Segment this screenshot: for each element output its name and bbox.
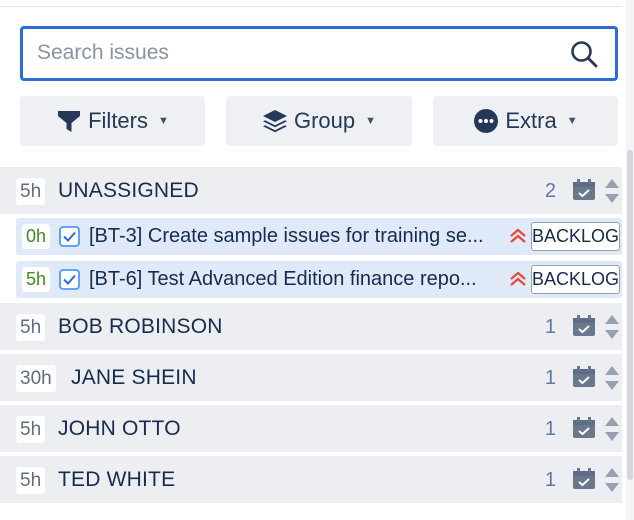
chevron-down-icon: ▼	[365, 115, 377, 127]
calendar-icon[interactable]	[572, 315, 596, 337]
chevron-down-icon: ▼	[566, 115, 578, 127]
calendar-icon[interactable]	[572, 468, 596, 490]
group-hours: 30h	[16, 365, 56, 392]
filters-button[interactable]: Filters ▼	[20, 96, 205, 146]
issue-row-bt-3[interactable]: 0h [BT-3] Create sample issues for train…	[16, 218, 622, 255]
group-button[interactable]: Group ▼	[226, 96, 412, 146]
calendar-icon[interactable]	[572, 179, 596, 201]
calendar-icon[interactable]	[572, 366, 596, 388]
checkbox-icon	[59, 269, 80, 290]
sort-icon[interactable]	[604, 313, 620, 341]
group-count: 1	[544, 316, 556, 338]
issue-summary[interactable]: [BT-6] Test Advanced Edition finance rep…	[89, 265, 501, 293]
group-header-bob-robinson[interactable]: 5h BOB ROBINSON 1	[0, 303, 622, 350]
extra-button[interactable]: Extra ▼	[433, 96, 618, 146]
chevron-down-icon: ▼	[158, 115, 169, 127]
top-divider	[0, 6, 622, 7]
group-name: UNASSIGNED	[58, 179, 199, 202]
group-label: Group	[293, 108, 356, 133]
group-count: 1	[544, 469, 556, 491]
priority-highest-icon	[508, 269, 528, 289]
issue-row-bt-6[interactable]: 5h [BT-6] Test Advanced Edition finance …	[16, 261, 622, 298]
sort-icon[interactable]	[604, 415, 620, 443]
search-icon[interactable]	[569, 39, 599, 69]
group-header-unassigned[interactable]: 5h UNASSIGNED 2	[0, 167, 622, 214]
group-count: 2	[544, 180, 556, 202]
group-hours: 5h	[16, 178, 46, 205]
group-hours: 5h	[16, 314, 46, 341]
status-badge[interactable]: BACKLOG	[531, 265, 620, 294]
group-count: 1	[544, 418, 556, 440]
issue-summary[interactable]: [BT-3] Create sample issues for training…	[89, 222, 501, 250]
issue-hours: 5h	[22, 267, 51, 292]
extra-label: Extra	[505, 108, 557, 133]
group-header-jane-shein[interactable]: 30h JANE SHEIN 1	[0, 354, 622, 401]
status-badge[interactable]: BACKLOG	[531, 222, 620, 251]
priority-highest-icon	[508, 226, 528, 246]
group-hours: 5h	[16, 467, 46, 494]
group-name: JOHN OTTO	[58, 417, 181, 440]
group-name: JANE SHEIN	[71, 366, 197, 389]
sort-icon[interactable]	[604, 466, 620, 494]
checkbox-icon	[59, 226, 80, 247]
filter-icon	[56, 108, 82, 134]
issue-hours: 0h	[22, 224, 51, 249]
more-icon	[473, 108, 499, 134]
group-header-john-otto[interactable]: 5h JOHN OTTO 1	[0, 405, 622, 452]
sort-icon[interactable]	[604, 177, 620, 205]
scrollbar-thumb[interactable]	[627, 150, 633, 480]
layers-icon	[262, 108, 288, 134]
group-name: TED WHITE	[58, 468, 176, 491]
sort-icon[interactable]	[604, 364, 620, 392]
group-header-ted-white[interactable]: 5h TED WHITE 1	[0, 456, 622, 503]
group-name: BOB ROBINSON	[58, 315, 223, 338]
search-input[interactable]	[37, 38, 557, 68]
calendar-icon[interactable]	[572, 417, 596, 439]
group-count: 1	[544, 367, 556, 389]
search-box[interactable]	[20, 26, 618, 81]
scrollbar[interactable]	[626, 0, 634, 520]
filters-label: Filters	[88, 108, 148, 133]
group-hours: 5h	[16, 416, 46, 443]
